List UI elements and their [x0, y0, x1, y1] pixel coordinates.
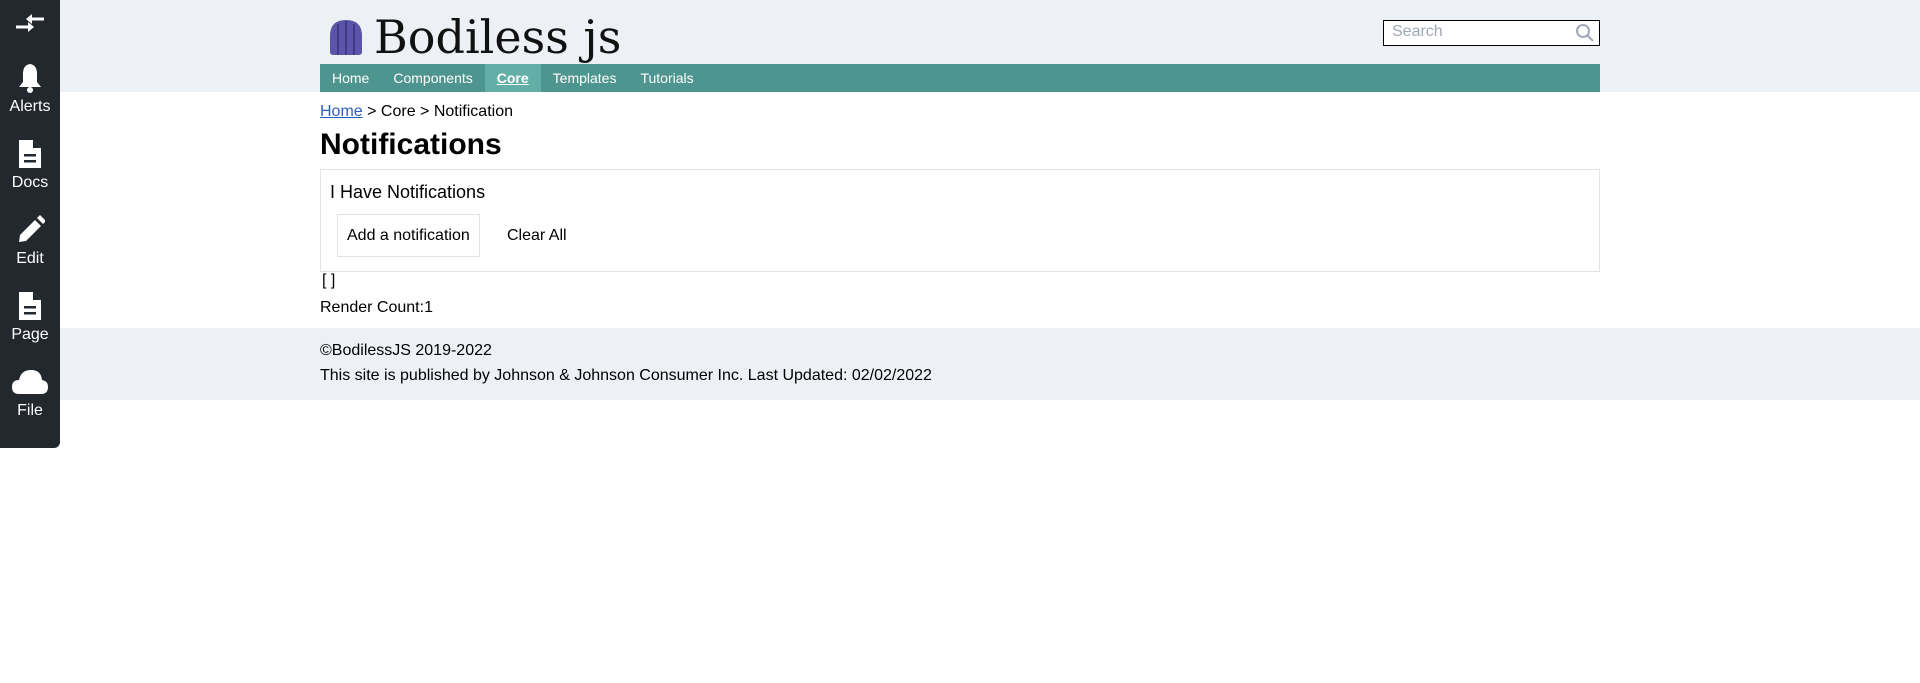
search-box[interactable] [1383, 20, 1600, 46]
notifications-panel: I Have Notifications Add a notification … [320, 169, 1600, 272]
site-footer: ©BodilessJS 2019-2022 This site is publi… [0, 328, 1920, 400]
document-icon [19, 140, 41, 168]
main-nav: Home Components Core Templates Tutorials [320, 64, 1600, 92]
search-input[interactable] [1384, 21, 1569, 43]
copyright: ©BodilessJS 2019-2022 [320, 342, 492, 359]
arrows-collapse-icon [16, 14, 44, 32]
add-notification-button[interactable]: Add a notification [337, 214, 480, 257]
breadcrumb-home-link[interactable]: Home [320, 103, 363, 120]
cloud-icon [12, 370, 48, 394]
sidebar-item-label: Docs [11, 174, 49, 191]
document-icon [19, 292, 41, 320]
notifications-array: [ ] [322, 272, 336, 289]
sidebar-item-page[interactable]: Page [0, 290, 60, 344]
nav-home[interactable]: Home [320, 64, 381, 92]
nav-templates[interactable]: Templates [541, 64, 629, 92]
pencil-icon [19, 215, 45, 242]
site-header: Bodiless js Home Components Core Templat… [0, 0, 1920, 92]
sidebar-item-file[interactable]: File [0, 366, 60, 420]
sidebar-item-alerts[interactable]: Alerts [0, 62, 60, 116]
bell-icon [19, 64, 41, 93]
sidebar-item-edit[interactable]: Edit [0, 214, 60, 268]
published-by: This site is published by Johnson & John… [320, 367, 932, 384]
sidebar-item-label: Page [11, 326, 49, 343]
logo-text: Bodiless js [374, 10, 622, 64]
sidebar-item-label: Edit [16, 250, 44, 267]
collapse-button[interactable] [0, 12, 60, 38]
nav-tutorials[interactable]: Tutorials [628, 64, 705, 92]
breadcrumb-trail: > Core > Notification [362, 103, 513, 120]
admin-sidebar: Alerts Docs Edit Page File [0, 0, 60, 448]
search-icon[interactable] [1575, 23, 1595, 43]
beanie-logo-icon [330, 20, 362, 55]
breadcrumb: Home > Core > Notification [320, 103, 513, 121]
logo[interactable]: Bodiless js [326, 10, 621, 64]
nav-core[interactable]: Core [484, 64, 541, 92]
render-count: Render Count:1 [320, 299, 433, 316]
nav-components[interactable]: Components [381, 64, 484, 92]
panel-title: I Have Notifications [330, 182, 486, 202]
sidebar-item-label: Alerts [9, 98, 51, 115]
clear-all-button[interactable]: Clear All [497, 214, 577, 257]
sidebar-item-label: File [17, 402, 43, 419]
page-title: Notifications [320, 128, 502, 161]
sidebar-item-docs[interactable]: Docs [0, 138, 60, 192]
